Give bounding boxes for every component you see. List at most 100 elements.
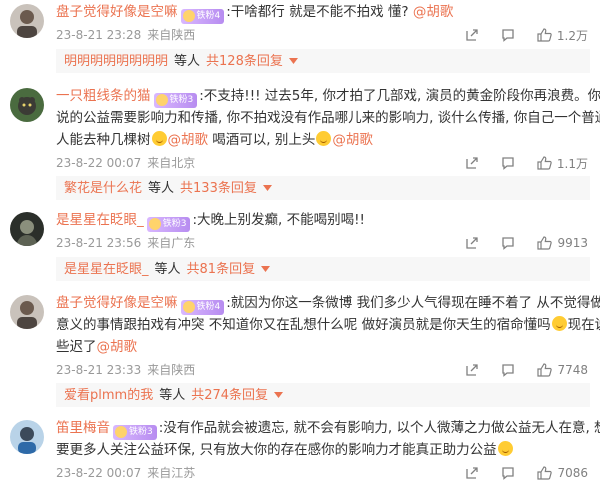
share-button[interactable] [465,466,479,480]
comment-icon [502,237,515,250]
avatar[interactable] [10,420,44,454]
comment-text-line: 盘子觉得好像是空嘛 铁粉4:就因为你这一条微博 我们多少人气得现在睡不着了 从不觉… [56,293,600,315]
comment-actions: 7086 [443,464,588,482]
comment-text: 说的公益需要影响力和传播, 你不拍戏没有作品哪儿来的影响力, 谈什么传播, 你自… [56,110,600,126]
comment-username[interactable]: 一只粗线条的猫 [56,88,151,104]
share-button[interactable] [465,236,479,250]
share-icon [466,364,479,376]
like-icon [537,156,552,170]
comment-date: 23-8-22 00:07 [56,156,142,170]
share-icon [466,237,479,249]
comment-text: :不支持!!! 过去5年, 你才拍了几部戏, 演员的黄金阶段你再浪费。你 [199,88,600,104]
mention-link[interactable]: @胡歌 [97,339,138,355]
reply-username[interactable]: 繁花是什么花 [64,181,142,196]
reply-others: 等人 [174,54,201,69]
comment-text-line: 笛里梅音 铁粉3:没有作品就会被遗忘, 就不会有影响力, 以个人微薄之力做公益无人… [56,418,600,440]
comment-button[interactable] [501,28,515,42]
like-count: 7086 [557,466,588,480]
comment-text: 些迟了 [56,339,97,355]
comment-button[interactable] [501,466,515,480]
comment-meta: 23-8-22 00:07 来自北京 [56,154,195,172]
like-count: 9913 [557,236,588,250]
comment-text: :没有作品就会被遗忘, 就不会有影响力, 以个人微薄之力做公益无人在意, 想 [158,420,600,436]
cry-emoji-icon [551,316,567,331]
comment-text-line: 人能去种几棵树 @胡歌 喝酒可以, 别上头 @胡歌 [56,130,373,150]
comment-text-line: 要更多人关注公益环保, 只有放大你的存在感你的影响力才能真正助力公益 [56,440,514,460]
comment-location: 来自北京 [147,156,196,170]
mention-link[interactable]: @胡歌 [413,4,454,20]
reply-others: 等人 [159,388,186,403]
chevron-down-icon[interactable] [274,383,284,407]
comment-icon [502,364,515,377]
comment-text: :大晚上别发癫, 不能喝别喝!! [192,212,365,228]
comment-username[interactable]: 盘子觉得好像是空嘛 [56,295,178,311]
comment-date: 23-8-22 00:07 [56,466,142,480]
share-button[interactable] [465,156,479,170]
comment-button[interactable] [501,156,515,170]
comment-meta: 23-8-21 23:28 来自陕西 [56,26,195,44]
comment-actions: 1.1万 [443,154,588,172]
reply-username[interactable]: 明明明明明明明明 [64,54,168,69]
reply-total[interactable]: 共128条回复 [206,54,283,69]
fan-badge: 铁粉3 [146,217,191,232]
comment-text: 要更多人关注公益环保, 只有放大你的存在感你的影响力才能真正助力公益 [56,442,497,458]
share-button[interactable] [465,28,479,42]
comment-date: 23-8-21 23:33 [56,363,142,377]
comment-date: 23-8-21 23:56 [56,236,142,250]
reply-total[interactable]: 共81条回复 [187,262,256,277]
mention-link[interactable]: @胡歌 [332,132,373,148]
chevron-down-icon[interactable] [288,49,298,73]
comment-text-line: 说的公益需要影响力和传播, 你不拍戏没有作品哪儿来的影响力, 谈什么传播, 你自… [56,108,600,128]
share-icon [466,467,479,479]
like-button[interactable]: 9913 [537,236,588,250]
smile-emoji-icon [151,131,167,146]
reply-others: 等人 [154,262,181,277]
chevron-down-icon[interactable] [262,176,272,200]
reply-summary[interactable]: 是星星在眨眼_ 等人 共81条回复 [56,257,590,281]
reply-summary[interactable]: 明明明明明明明明 等人 共128条回复 [56,49,590,73]
reply-username[interactable]: 爱看plmm的我 [64,388,153,403]
reply-total[interactable]: 共274条回复 [191,388,268,403]
chevron-down-icon[interactable] [261,257,271,281]
comment-username[interactable]: 笛里梅音 [56,420,110,436]
comment-actions: 9913 [443,234,588,252]
share-icon [466,29,478,41]
comment-text-line: 意义的事情跟拍戏有冲突 不知道你又在乱想什么呢 做好演员就是你天生的宿命懂吗 现在… [56,315,600,335]
like-count: 1.1万 [556,156,588,171]
reply-summary[interactable]: 繁花是什么花 等人 共133条回复 [56,176,590,200]
comment-button[interactable] [501,236,515,250]
comment-actions: 7748 [443,361,588,379]
like-button[interactable]: 1.2万 [537,27,588,44]
comment-text: 现在说这 [567,317,600,333]
reply-summary[interactable]: 爱看plmm的我 等人 共274条回复 [56,383,590,407]
comment-text-line: 盘子觉得好像是空嘛 铁粉4:干啥都行 就是不能不拍戏 懂? @胡歌 [56,2,454,24]
avatar[interactable] [10,4,44,38]
comment-button[interactable] [501,363,515,377]
comment-text-line: 是星星在眨眼_ 铁粉3:大晚上别发癫, 不能喝别喝!! [56,210,365,232]
reply-others: 等人 [148,181,175,196]
like-button[interactable]: 7086 [537,466,588,480]
reply-username[interactable]: 是星星在眨眼_ [64,262,149,277]
comment-meta: 23-8-22 00:07 来自江苏 [56,464,195,482]
avatar[interactable] [10,212,44,246]
like-button[interactable]: 7748 [537,363,588,377]
comment-username[interactable]: 是星星在眨眼_ [56,212,144,228]
avatar[interactable] [10,88,44,122]
comment-username[interactable]: 盘子觉得好像是空嘛 [56,4,178,20]
reply-total[interactable]: 共133条回复 [180,181,257,196]
fan-badge: 铁粉3 [153,93,198,108]
comment-text-line: 些迟了@胡歌 [56,337,137,357]
comment-date: 23-8-21 23:28 [56,28,142,42]
comment-icon [502,29,514,42]
avatar[interactable] [10,295,44,329]
mention-link[interactable]: @胡歌 [168,132,209,148]
comment-location: 来自广东 [147,236,196,250]
comment-location: 来自陕西 [147,28,196,42]
like-icon [537,466,553,480]
comment-text: :干啥都行 就是不能不拍戏 懂? [226,4,413,20]
like-button[interactable]: 1.1万 [537,155,588,172]
fan-badge: 铁粉3 [113,425,157,440]
share-button[interactable] [465,363,479,377]
comment-location: 来自江苏 [147,466,196,480]
comment-location: 来自陕西 [147,363,196,377]
